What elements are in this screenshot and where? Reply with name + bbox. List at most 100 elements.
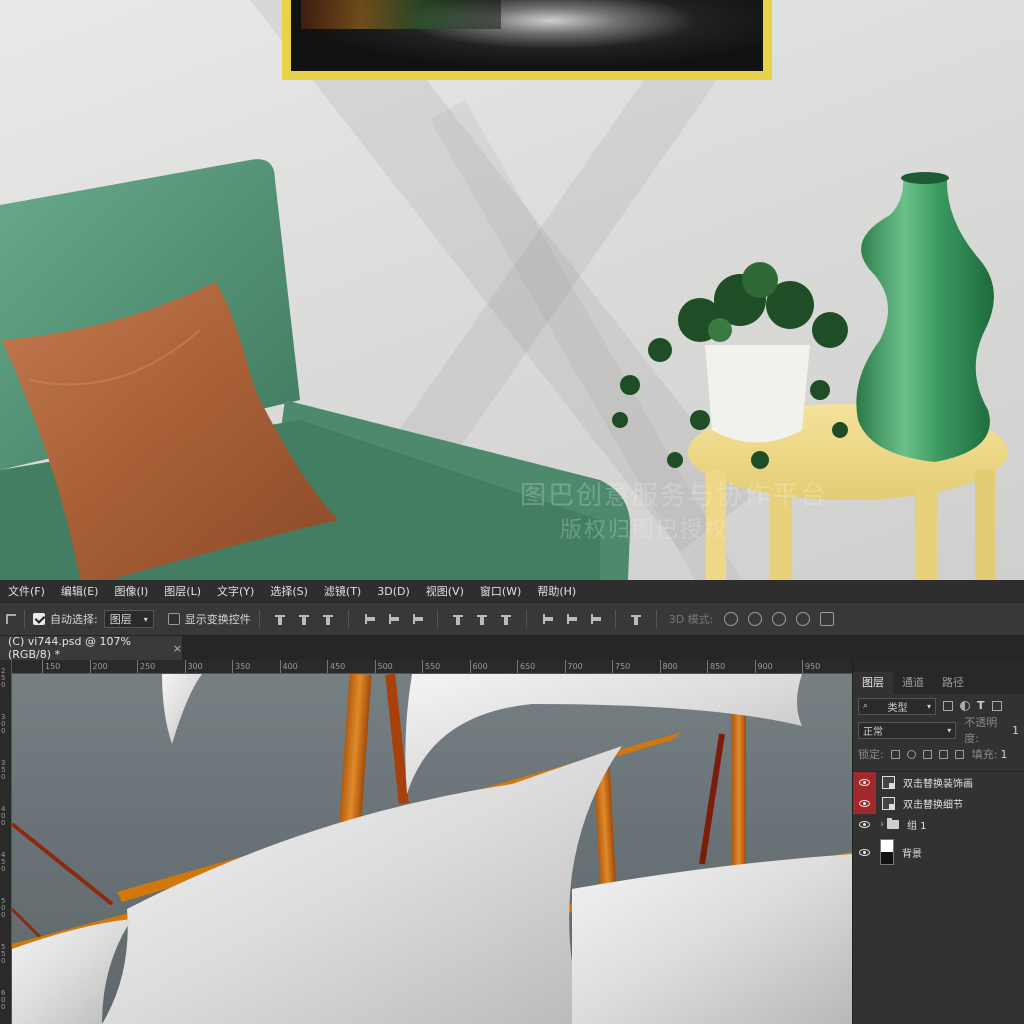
auto-select-target-value: 图层 [109,613,132,626]
show-transform-checkbox[interactable] [167,613,180,625]
align-vcenter-icon[interactable] [298,613,310,625]
layer-row-background[interactable]: 背景 [853,835,1024,869]
menu-layer[interactable]: 图层(L) [156,583,209,599]
filter-shape-icon[interactable] [991,701,1002,711]
ship-sails-artwork [12,674,852,1024]
vertical-ruler[interactable]: 250 300 350 400 450 500 550 600 [0,660,12,1024]
lock-position-icon[interactable] [922,749,932,759]
filter-type-icon[interactable]: T [977,700,985,711]
divider [24,610,25,628]
ruler-tick-label: 150 [42,660,60,673]
opacity-label: 不透明度: [964,716,998,745]
ruler-tick-label: 750 [612,660,630,673]
ruler-tick-label: 650 [517,660,535,673]
lock-all-icon[interactable] [954,749,964,759]
layer-name: 背景 [902,848,922,860]
distribute-left-icon[interactable] [541,613,553,625]
align-right-icon[interactable] [411,613,423,625]
ruler-tick-label: 200 [89,660,108,673]
menu-select[interactable]: 选择(S) [262,583,316,599]
ruler-tick-label: 550 [1,943,6,965]
document-tab[interactable]: (C) vi744.psd @ 107%(RGB/8) * × [0,635,182,661]
layer-thumbnail [880,839,894,865]
divider [258,610,260,628]
align-left-icon[interactable] [363,613,375,625]
distribute-hcenter-icon[interactable] [565,613,577,625]
ruler-tick-label: 300 [184,660,203,673]
close-icon[interactable]: × [173,642,182,655]
slide-3d-icon[interactable] [796,612,811,626]
menu-3d[interactable]: 3D(D) [369,585,418,598]
tab-channels[interactable]: 通道 [893,672,933,694]
move-tool-icon [6,614,16,624]
visibility-toggle[interactable] [853,772,876,793]
distribute-bottom-icon[interactable] [500,613,512,625]
tab-layers[interactable]: 图层 [853,672,893,694]
distribute-right-icon[interactable] [589,613,601,625]
horizontal-ruler[interactable]: 150 200 250 300 350 400 450 500 550 600 650 700 750 8… [12,660,852,674]
align-bottom-icon[interactable] [322,613,334,625]
auto-select-target-dropdown[interactable]: 图层 ▾ [103,610,154,628]
lock-transparent-icon[interactable] [890,749,900,759]
blend-mode-dropdown[interactable]: 正常 ▾ [858,721,957,739]
orbit-3d-icon[interactable] [724,612,739,626]
ruler-tick-label: 550 [422,660,440,673]
filter-pixel-icon[interactable] [943,701,953,711]
menu-filter[interactable]: 滤镜(T) [316,583,369,599]
ruler-tick-label: 400 [1,805,6,827]
layers-panel: 图层 通道 路径 ⌕ 类型 ▾ T 正常 ▾ 不透明度: 1 锁定: 填充: 1 [852,660,1024,1024]
menu-image[interactable]: 图像(I) [106,583,156,599]
layer-row-details[interactable]: 双击替换细节 [853,793,1024,814]
filter-adjustment-icon[interactable] [960,701,970,711]
menu-help[interactable]: 帮助(H) [529,583,584,599]
divider [655,610,657,628]
menu-type[interactable]: 文字(Y) [209,583,262,599]
tab-paths[interactable]: 路径 [933,672,973,694]
eye-icon [859,800,870,807]
visibility-toggle[interactable] [853,835,876,869]
opacity-value[interactable]: 1 [1012,724,1019,737]
visibility-toggle[interactable] [853,793,876,814]
chevron-right-icon[interactable]: › [880,819,884,830]
roll-3d-icon[interactable] [748,612,763,626]
ruler-tick-label: 700 [564,660,583,673]
distribute-top-icon[interactable] [452,613,464,625]
document-canvas[interactable] [12,674,852,1024]
auto-select-label: 自动选择: [50,613,98,626]
smart-object-icon [882,797,895,810]
menu-file[interactable]: 文件(F) [0,583,53,599]
layer-row-group[interactable]: › 组 1 [853,814,1024,835]
lock-artboard-icon[interactable] [938,749,948,759]
ruler-tick-label: 300 [1,713,6,735]
fill-label: 填充: [971,748,998,761]
distribute-vcenter-icon[interactable] [476,613,488,625]
lock-label: 锁定: [858,748,884,761]
fill-value[interactable]: 1 [1000,748,1007,761]
scene-photo: 图巴创意服务与协作平台 版权归图巴授权 [0,0,1024,580]
visibility-toggle[interactable] [853,814,876,835]
eye-icon [859,779,870,786]
menu-window[interactable]: 窗口(W) [472,583,529,599]
blend-opacity-row: 正常 ▾ 不透明度: 1 [853,716,1024,745]
blend-mode-value: 正常 [863,726,883,738]
align-top-icon[interactable] [274,613,286,625]
side-table-leg [975,470,995,580]
align-hcenter-icon[interactable] [387,613,399,625]
divider [347,610,349,628]
scale-3d-icon[interactable] [820,612,835,626]
ruler-tick-label: 450 [327,660,345,673]
divider [614,610,616,628]
layer-kind-filter[interactable]: ⌕ 类型 ▾ [858,697,936,715]
menu-edit[interactable]: 编辑(E) [53,583,107,599]
panel-tabs: 图层 通道 路径 [853,660,1024,694]
auto-select-checkbox[interactable] [33,613,45,625]
lock-image-icon[interactable] [906,749,916,759]
layer-name: 双击替换装饰画 [903,779,973,790]
chevron-down-icon: ▾ [947,725,952,735]
menu-view[interactable]: 视图(V) [418,583,472,599]
layer-row-decor-painting[interactable]: 双击替换装饰画 [853,772,1024,793]
ruler-tick-label: 350 [1,759,6,781]
pan-3d-icon[interactable] [772,612,787,626]
chevron-down-icon: ▾ [926,701,931,711]
auto-align-icon[interactable] [630,613,642,625]
